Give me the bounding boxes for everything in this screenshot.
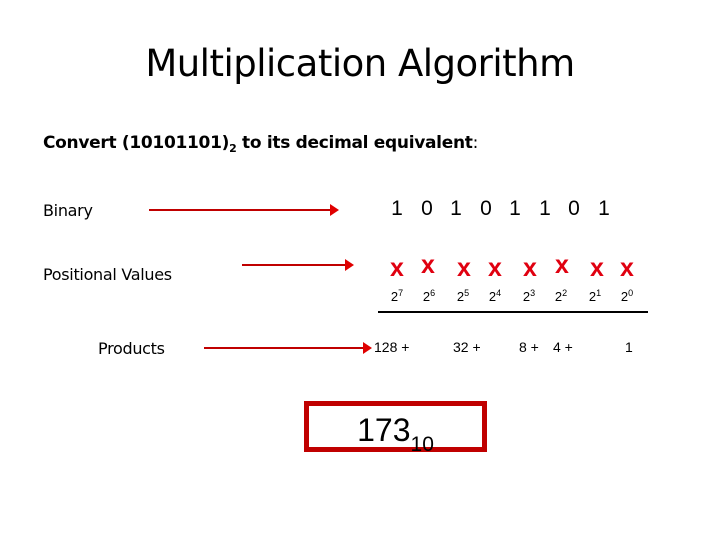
arrow-right-icon — [242, 259, 354, 271]
binary-digit: 0 — [568, 197, 580, 220]
result-base: 10 — [410, 433, 434, 456]
problem-colon: : — [472, 133, 479, 153]
binary-digit: 1 — [391, 197, 403, 220]
arrow-right-icon — [204, 342, 372, 354]
problem-suffix: to its decimal equivalent — [236, 133, 473, 153]
product-term: 128 + — [374, 339, 410, 355]
problem-statement: Convert (10101101)2 to its decimal equiv… — [43, 133, 478, 155]
problem-prefix: Convert (10101101) — [43, 133, 230, 153]
multiply-icon: x — [523, 254, 537, 282]
product-term: 32 + — [453, 339, 481, 355]
multiply-icon: x — [488, 254, 502, 282]
binary-digit: 0 — [480, 197, 492, 220]
binary-digit: 1 — [598, 197, 610, 220]
arrow-right-icon — [149, 204, 339, 216]
label-products: Products — [98, 339, 165, 358]
power-of-two: 22 — [554, 288, 568, 304]
power-of-two: 21 — [588, 288, 602, 304]
multiply-icon: x — [457, 254, 471, 282]
power-of-two: 27 — [390, 288, 404, 304]
product-term: 4 + — [553, 339, 573, 355]
sum-divider — [378, 311, 648, 313]
label-positional-values: Positional Values — [43, 265, 172, 284]
binary-digit: 1 — [450, 197, 462, 220]
power-of-two: 20 — [620, 288, 634, 304]
power-of-two: 23 — [522, 288, 536, 304]
binary-digit: 1 — [539, 197, 551, 220]
power-of-two: 24 — [488, 288, 502, 304]
slide-title: Multiplication Algorithm — [145, 42, 575, 85]
multiply-icon: x — [620, 254, 634, 282]
multiply-icon: x — [421, 251, 435, 279]
binary-digit: 1 — [509, 197, 521, 220]
product-term: 1 — [625, 339, 633, 355]
multiply-icon: x — [590, 254, 604, 282]
power-of-two: 26 — [422, 288, 436, 304]
multiply-icon: x — [555, 251, 569, 279]
label-binary: Binary — [43, 201, 93, 220]
result-value: 17310 — [357, 412, 434, 456]
binary-digit: 0 — [421, 197, 433, 220]
product-term: 8 + — [519, 339, 539, 355]
power-of-two: 25 — [456, 288, 470, 304]
result-box: 17310 — [304, 401, 487, 456]
multiply-icon: x — [390, 254, 404, 282]
